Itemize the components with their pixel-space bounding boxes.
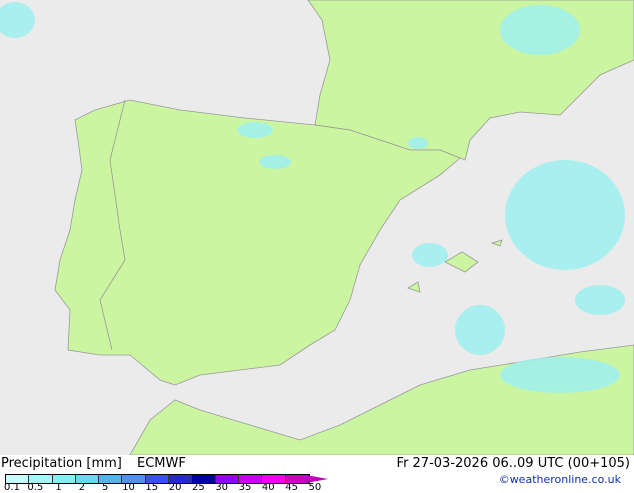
credit-link[interactable]: ©weatheronline.co.uk <box>499 473 621 486</box>
precipitation-map <box>0 0 634 455</box>
scale-tick-label: 45 <box>285 482 298 493</box>
scale-tick-label: 40 <box>261 482 275 493</box>
scale-ticks: 0.1 0.5 1 2 5 10 15 20 25 30 35 40 45 50 <box>0 482 340 493</box>
map-title: Precipitation [mm] <box>1 456 122 471</box>
scale-tick-label: 10 <box>122 482 135 493</box>
scale-tick-label: 25 <box>192 482 205 493</box>
scale-tick-label: 50 <box>308 482 322 493</box>
scale-tick-label: 15 <box>145 482 159 493</box>
scale-tick-label: 1 <box>55 482 62 493</box>
legend-footer: Precipitation [mm] ECMWF Fr 27-03-2026 0… <box>0 455 634 493</box>
model-name: ECMWF <box>137 456 186 471</box>
scale-tick-label: 5 <box>102 482 109 493</box>
valid-time: Fr 27-03-2026 06..09 UTC (00+105) <box>396 456 630 471</box>
scale-tick-label: 0.1 <box>4 482 20 493</box>
scale-tick-label: 35 <box>238 482 252 493</box>
scale-tick-label: 20 <box>168 482 182 493</box>
scale-tick-label: 0.5 <box>27 482 44 493</box>
scale-tick-label: 2 <box>78 482 86 493</box>
scale-tick-label: 30 <box>215 482 229 493</box>
